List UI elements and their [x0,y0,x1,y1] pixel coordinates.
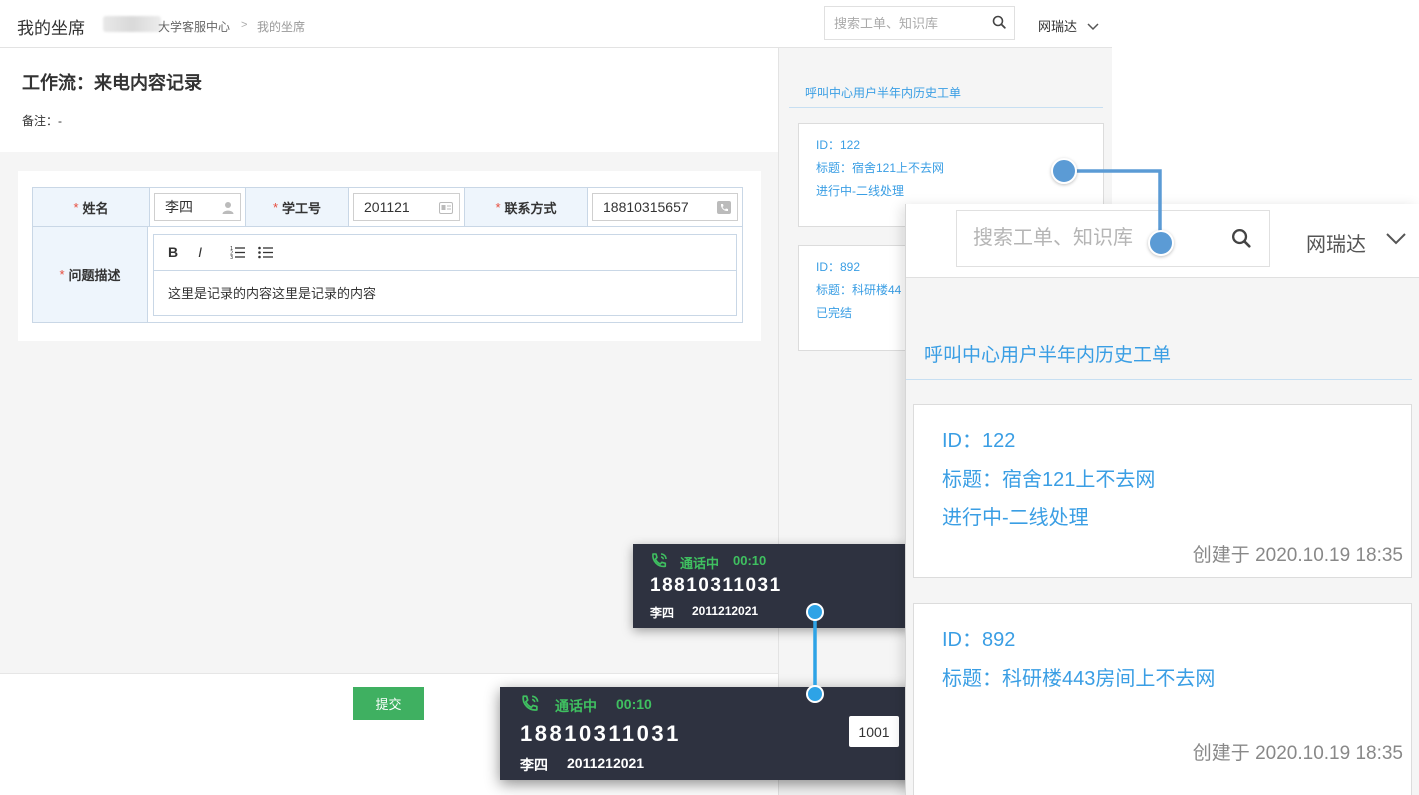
form-row-basic: * 姓名 李四 * 学工号 201121 * 联系方式 18810315657 [33,188,742,227]
call-record-form: * 姓名 李四 * 学工号 201121 * 联系方式 18810315657 … [18,171,761,341]
ticket-title: 标题：科研楼443房间上不去网 [942,668,1216,690]
call-duration: 00:10 [733,553,767,568]
ordered-list-icon[interactable]: 123 [230,245,246,259]
search-box [956,210,1270,267]
breadcrumb-current: 我的坐席 [257,20,306,34]
ticket-created: 创建于 2020.10.19 18:35 [1192,743,1403,764]
phone-icon [717,201,731,217]
ticket-created: 创建于 2020.10.19 18:35 [1192,545,1403,566]
contact-cell: 18810315657 [588,188,742,226]
zoomed-sidebar-panel: 网瑞达 呼叫中心用户半年内历史工单 ID：122 标题：宿舍121上不去网 进行… [905,204,1419,795]
search-box [824,6,1015,40]
ticket-id: ID：122 [816,138,861,152]
ticket-title: 标题：宿舍121上不去网 [942,469,1156,491]
contact-label: * 联系方式 [465,188,588,226]
call-status: 通话中 [680,556,720,571]
italic-button[interactable]: I [198,244,202,260]
breadcrumb-blurred-university [103,16,161,32]
name-label: * 姓名 [33,188,150,226]
ticket-title: 标题：科研楼44 [816,283,902,297]
id-label: * 学工号 [246,188,349,226]
chevron-down-icon[interactable] [1386,232,1406,250]
user-menu[interactable]: 网瑞达 [1038,16,1077,35]
editor-toolbar: B I 123 [154,235,736,271]
bold-button[interactable]: B [168,244,178,260]
user-icon [222,201,234,217]
desc-cell: B I 123 这里是记录的内容这里是记录的内容 [148,227,742,322]
submit-button[interactable]: 提交 [353,687,424,720]
workflow-note: 备注：- [22,114,62,128]
breadcrumb-separator: > [241,19,248,31]
chevron-down-icon[interactable] [1087,18,1099,36]
caller-id: 2011212021 [692,604,759,618]
page-title: 工作流：来电内容记录 [22,73,202,93]
name-cell: 李四 [150,188,246,226]
ticket-card[interactable]: ID：122 标题：宿舍121上不去网 进行中-二线处理 创建于 2020.10… [913,404,1412,578]
caller-name: 李四 [650,606,675,620]
workflow-header: 工作流：来电内容记录 备注：- [0,48,778,152]
student-id-field[interactable]: 201121 [353,193,460,221]
callout-dot [806,685,824,703]
search-input[interactable] [834,7,984,39]
search-icon[interactable] [1231,228,1251,253]
breadcrumb-org[interactable]: 大学客服中心 [158,18,230,35]
name-field[interactable]: 李四 [154,193,241,221]
callout-dot [1148,230,1174,256]
description-input[interactable]: 这里是记录的内容这里是记录的内容 [154,271,736,315]
phone-active-icon [650,552,670,575]
caller-number: 18810311031 [650,575,782,596]
caller-id: 2011212021 [567,755,645,771]
ticket-id: ID：122 [942,430,1016,452]
search-input[interactable] [973,211,1233,266]
call-status: 通话中 [555,698,597,714]
ticket-id: ID：892 [816,260,861,274]
svg-text:3: 3 [230,255,233,259]
form-table: * 姓名 李四 * 学工号 201121 * 联系方式 18810315657 … [32,187,743,323]
callout-dot [806,603,824,621]
caller-name: 李四 [520,757,548,773]
top-header: 我的坐席 大学客服中心 > 我的坐席 网瑞达 [0,0,1112,48]
rich-text-editor: B I 123 这里是记录的内容这里是记录的内容 [153,233,737,316]
ticket-id: ID：892 [942,629,1016,651]
divider [789,107,1103,108]
id-card-icon [439,201,453,217]
app-title: 我的坐席 [17,19,85,38]
callout-dot [1051,158,1077,184]
phone-active-icon [520,694,542,719]
ticket-card[interactable]: ID：892 标题：科研楼443房间上不去网 创建于 2020.10.19 18… [913,603,1412,795]
extension-badge[interactable]: 1001 [849,716,899,747]
ticket-status: 进行中-二线处理 [816,184,904,198]
history-title: 呼叫中心用户半年内历史工单 [805,86,962,100]
ticket-title: 标题：宿舍121上不去网 [816,161,945,175]
form-row-description: * 问题描述 B I 123 这里是记录的内容这里是记录的内容 [33,227,742,322]
caller-number: 18810311031 [520,721,681,746]
call-duration: 00:10 [616,696,652,712]
call-bar-small: 通话中 00:10 18810311031 李四 2011212021 [633,544,911,628]
user-menu[interactable]: 网瑞达 [1306,228,1366,257]
contact-field[interactable]: 18810315657 [592,193,738,221]
id-cell: 201121 [349,188,465,226]
ticket-status: 已完结 [816,306,853,320]
search-icon[interactable] [992,15,1006,34]
desc-label: * 问题描述 [33,227,148,322]
divider [906,379,1412,380]
history-title: 呼叫中心用户半年内历史工单 [924,345,1172,366]
bullet-list-icon[interactable] [258,245,274,259]
ticket-status: 进行中-二线处理 [942,507,1089,529]
